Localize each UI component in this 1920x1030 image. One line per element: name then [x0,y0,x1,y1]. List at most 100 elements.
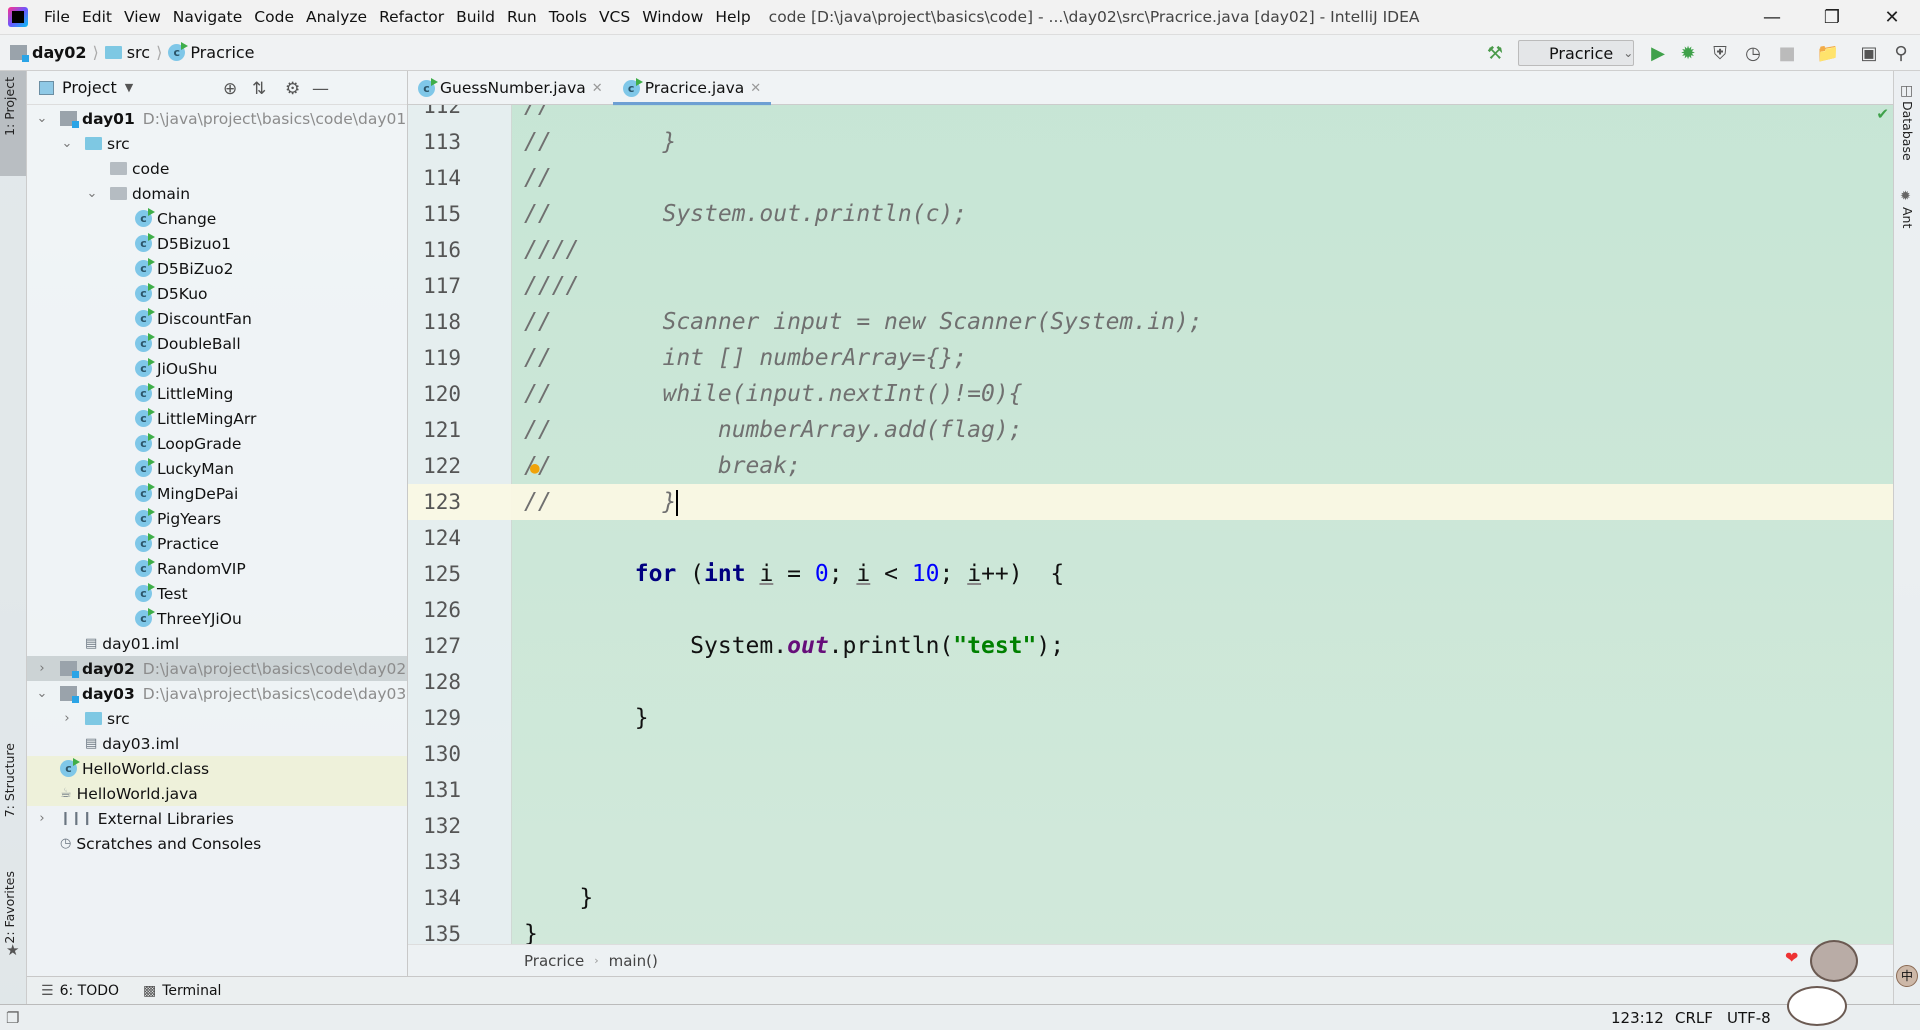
tree-item[interactable]: ⌄ day01 D:\java\project\basics\code\day01 [27,106,407,131]
todo-tool-tab[interactable]: 6: TODO [60,983,119,999]
tree-item[interactable]: ☕ HelloWorld.java [27,781,407,806]
breadcrumb-src[interactable]: src [127,43,150,62]
chevron-down-icon[interactable]: ⌄ [85,186,99,201]
menu-vcs[interactable]: VCS [593,8,636,26]
project-view-select[interactable]: Project [62,78,117,97]
tree-item[interactable]: c Change [27,206,407,231]
build-hammer-icon[interactable]: ⚒ [1480,35,1510,71]
tree-item[interactable]: ▤ day03.iml [27,731,407,756]
menu-tools[interactable]: Tools [543,8,593,26]
close-tab-icon[interactable]: ✕ [750,81,761,96]
chevron-right-icon[interactable]: › [60,711,74,726]
breadcrumb-module[interactable]: day02 [32,43,86,62]
tree-item[interactable]: c MingDePai [27,481,407,506]
close-button[interactable]: ✕ [1867,0,1917,35]
file-encoding[interactable]: UTF-8 [1727,1009,1771,1027]
tree-item[interactable]: › day02 D:\java\project\basics\code\day02 [27,656,407,681]
project-structure-icon[interactable]: 📁 [1815,35,1841,71]
menu-build[interactable]: Build [450,8,501,26]
database-tool-tab[interactable]: Database [1900,101,1915,161]
tree-item[interactable]: code [27,156,407,181]
hide-panel-icon[interactable]: — [312,79,329,99]
tree-item[interactable]: c LoopGrade [27,431,407,456]
stop-icon[interactable]: ■ [1774,35,1800,71]
ant-tool-tab[interactable]: Ant [1900,207,1915,228]
chevron-down-icon[interactable]: ⌄ [35,111,49,126]
tool-windows-toggle-icon[interactable]: ❐ [6,1009,19,1027]
tree-item[interactable]: c DiscountFan [27,306,407,331]
line-separator[interactable]: CRLF [1675,1009,1713,1027]
restore-button[interactable]: ❐ [1807,0,1857,35]
terminal-tool-tab[interactable]: Terminal [162,983,221,999]
ime-indicator-icon[interactable]: 中 [1896,965,1918,987]
tree-item[interactable]: › src [27,706,407,731]
search-icon[interactable]: ⚲ [1888,35,1914,71]
menu-help[interactable]: Help [709,8,756,26]
menu-refactor[interactable]: Refactor [373,8,450,26]
tree-item[interactable]: ▤ day01.iml [27,631,407,656]
chevron-right-icon[interactable]: › [35,811,49,826]
code-line: 116 //// [408,232,1893,268]
breadcrumb-class[interactable]: Pracrice [190,43,254,62]
menu-file[interactable]: File [38,8,76,26]
gear-icon[interactable]: ⚙ [285,79,300,99]
tree-item[interactable]: ⌄ src [27,131,407,156]
menu-edit[interactable]: Edit [76,8,118,26]
tree-item[interactable]: c D5Kuo [27,281,407,306]
menu-window[interactable]: Window [636,8,709,26]
chevron-down-icon[interactable]: ⌄ [35,686,49,701]
run-icon[interactable]: ▶ [1645,35,1671,71]
chevron-down-icon[interactable]: ⌄ [60,136,74,151]
caret-position[interactable]: 123:12 [1611,1009,1664,1027]
tree-item[interactable]: c D5BiZuo2 [27,256,407,281]
editor-breadcrumb-method[interactable]: main() [609,952,658,970]
favorites-tool-tab[interactable]: 2: Favorites [2,871,17,944]
tree-item[interactable]: ⌄ domain [27,181,407,206]
tree-item[interactable]: › ❙❙❙ External Libraries [27,806,407,831]
tree-item[interactable]: c ThreeYJiOu [27,606,407,631]
code-area[interactable]: 112 // 113 // } 114 // 115 // System.out.printl… [408,105,1893,944]
locate-icon[interactable]: ⊕ [223,79,237,99]
project-tool-tab[interactable]: 1: Project [2,77,17,136]
tree-item[interactable]: c LittleMing [27,381,407,406]
tree-item[interactable]: c LuckyMan [27,456,407,481]
menu-view[interactable]: View [118,8,167,26]
tree-item[interactable]: ⌄ day03 D:\java\project\basics\code\day03 [27,681,407,706]
tree-item[interactable]: c Test [27,581,407,606]
chevron-right-icon[interactable]: › [35,661,49,676]
tree-item[interactable]: c JiOuShu [27,356,407,381]
menu-code[interactable]: Code [248,8,300,26]
tree-item[interactable]: ◷ Scratches and Consoles [27,831,407,856]
menu-navigate[interactable]: Navigate [167,8,249,26]
run-configuration-select[interactable]: Pracrice ⌄ [1518,40,1634,66]
tree-item[interactable]: c HelloWorld.class [27,756,407,781]
code-line: 125 for (int i = 0; i < 10; i++) { [408,556,1893,592]
code-token: ; [939,561,968,587]
dropdown-arrow-icon[interactable]: ▼ [125,81,133,94]
tree-item[interactable]: c PigYears [27,506,407,531]
tree-item[interactable]: c Practice [27,531,407,556]
terminal-window-icon[interactable]: ▣ [1856,35,1882,71]
line-number: 115 [423,202,461,226]
tree-item[interactable]: c RandomVIP [27,556,407,581]
tree-item[interactable]: c LittleMingArr [27,406,407,431]
editor-breadcrumb-class[interactable]: Pracrice [524,952,584,970]
structure-tool-tab[interactable]: 7: Structure [2,743,17,817]
intention-bulb-icon[interactable]: ● [530,450,540,486]
close-tab-icon[interactable]: ✕ [592,81,603,96]
tab-pracrice-java[interactable]: c Pracrice.java ✕ [612,71,772,106]
profile-icon[interactable]: ◷ [1740,35,1766,71]
code-token: i [759,561,774,587]
tree-item[interactable]: c D5Bizuo1 [27,231,407,256]
code-line: 121 // numberArray.add(flag); [408,412,1893,448]
menu-run[interactable]: Run [501,8,543,26]
menu-analyze[interactable]: Analyze [300,8,373,26]
minimize-button[interactable]: — [1747,0,1797,35]
debug-icon[interactable]: ✹ [1675,35,1701,71]
breadcrumb: day02 ⟩ src ⟩ c Pracrice [10,42,255,62]
coverage-icon[interactable]: ⛨ [1707,35,1733,71]
tree-item[interactable]: c DoubleBall [27,331,407,356]
collapse-all-icon[interactable]: ⇅ [252,79,266,99]
tab-guessnumber-java[interactable]: c GuessNumber.java ✕ [408,71,613,105]
code-token: //// [524,237,580,263]
